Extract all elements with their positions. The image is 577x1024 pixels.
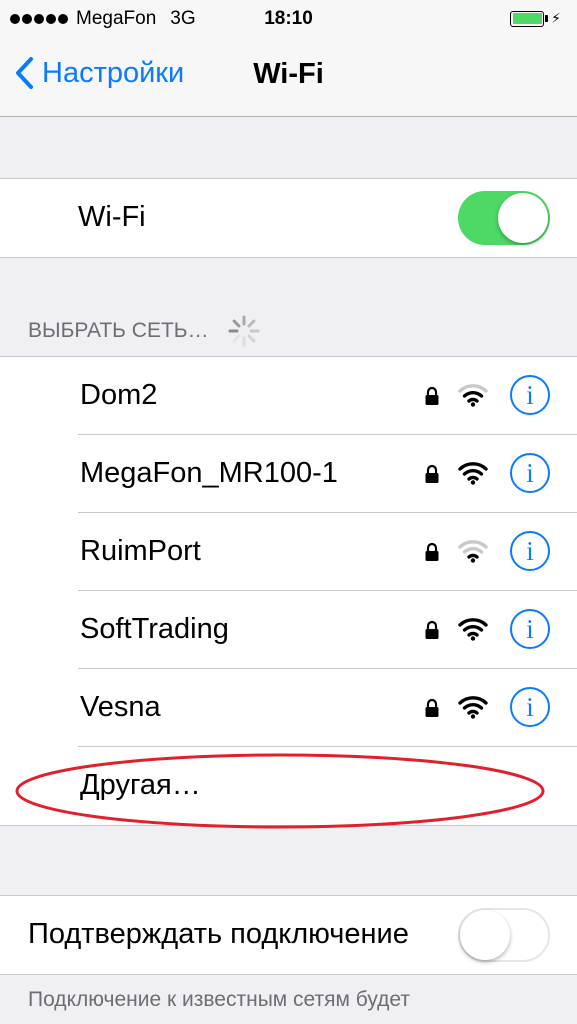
ask-to-join-group: Подтверждать подключение [0,895,577,975]
red-highlight-ellipse [15,753,545,829]
page-title: Wi-Fi [253,58,324,90]
network-info-button[interactable]: i [510,531,550,571]
network-name: SoftTrading [80,613,229,645]
toggle-knob [460,910,510,960]
network-name: Dom2 [80,379,158,411]
status-bar: MegaFon 3G 18:10 ⚡ [0,0,577,38]
navigation-bar: Настройки Wi-Fi [0,38,577,117]
network-row[interactable]: Dom2 i [0,357,577,435]
wifi-signal-icon [458,696,488,719]
network-row[interactable]: SoftTrading i [0,591,577,669]
network-info-button[interactable]: i [510,687,550,727]
clock: 18:10 [264,8,313,29]
lock-icon [425,620,439,639]
ask-to-join-row: Подтверждать подключение [0,896,577,974]
network-row[interactable]: MegaFon_MR100-1 i [0,435,577,513]
lock-icon [425,542,439,561]
wifi-signal-icon [458,540,488,563]
network-name: Vesna [80,691,161,723]
ask-to-join-switch[interactable] [458,908,550,962]
network-info-button[interactable]: i [510,609,550,649]
battery-icon: ⚡ [510,10,561,27]
network-info-button[interactable]: i [510,453,550,493]
network-row[interactable]: Vesna i [0,669,577,747]
wifi-toggle-group: Wi-Fi [0,178,577,258]
wifi-signal-icon [458,618,488,641]
network-row[interactable]: RuimPort i [0,513,577,591]
wifi-signal-icon [458,384,488,407]
network-info-button[interactable]: i [510,375,550,415]
lock-icon [425,464,439,483]
networks-section-header: ВЫБРАТЬ СЕТЬ… [28,314,261,348]
wifi-signal-icon [458,462,488,485]
loading-spinner-icon [228,315,260,347]
ask-to-join-label: Подтверждать подключение [28,918,409,950]
network-name: MegaFon_MR100-1 [80,457,338,489]
network-name: RuimPort [80,535,201,567]
lock-icon [425,386,439,405]
networks-header-label: ВЫБРАТЬ СЕТЬ… [28,319,209,342]
wifi-toggle-switch[interactable] [458,191,550,245]
footer-note: Подключение к известным сетям будет [28,988,411,1011]
toggle-knob [498,193,548,243]
lock-icon [425,698,439,717]
wifi-toggle-row: Wi-Fi [0,179,577,257]
wifi-toggle-label: Wi-Fi [78,201,146,233]
charging-bolt-icon: ⚡ [551,10,561,26]
